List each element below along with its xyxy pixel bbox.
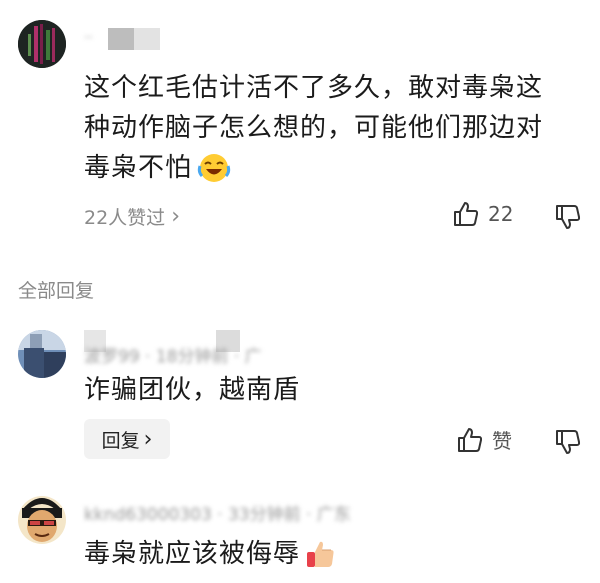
thumbs-up-icon — [452, 200, 480, 228]
reply-avatar[interactable] — [18, 496, 66, 544]
main-comment-username[interactable]: ·· — [84, 26, 164, 52]
username-mosaic — [108, 28, 134, 50]
thumbs-up-emoji-icon — [304, 537, 338, 571]
comment-line: 毒枭不怕 — [84, 148, 584, 188]
like-label: 赞 — [492, 429, 512, 453]
reply-button[interactable]: 回复 › — [84, 419, 170, 459]
thumbs-down-icon — [556, 205, 581, 229]
dislike-button[interactable] — [554, 203, 582, 231]
reply-username[interactable]: kknd63000303 · 33分钟前 · 广东 — [84, 500, 351, 525]
reply-like-button[interactable]: 赞 — [456, 425, 512, 454]
likes-summary-link[interactable]: 22人赞过 › — [84, 203, 180, 229]
main-comment-avatar[interactable] — [18, 20, 66, 68]
comment-line: 种动作脑子怎么想的，可能他们那边对 — [84, 113, 544, 143]
thumbs-down-icon — [556, 430, 581, 454]
chevron-right-icon: › — [143, 426, 153, 452]
reply-avatar[interactable] — [18, 330, 66, 378]
reply-text: 诈骗团伙，越南盾 — [84, 375, 301, 405]
like-button[interactable]: 22 — [452, 200, 513, 228]
thumbs-up-icon — [456, 426, 484, 454]
comment-line: 这个红毛估计活不了多久，敢对毒枭这 — [84, 73, 544, 103]
reply-username[interactable]: 波罗99 · 18分钟前 · 广 — [84, 330, 324, 367]
main-comment-text: 这个红毛估计活不了多久，敢对毒枭这 种动作脑子怎么想的，可能他们那边对 毒枭不怕 — [84, 68, 584, 188]
avatar-image-icon — [18, 330, 66, 378]
cartoon-face-avatar-icon — [18, 496, 66, 544]
reply-text: 毒枭就应该被侮辱 — [84, 534, 338, 574]
chevron-right-icon: › — [171, 203, 180, 229]
avatar-image-icon — [18, 20, 66, 68]
reply-dislike-button[interactable] — [554, 428, 582, 456]
laughing-crying-emoji-icon — [196, 150, 232, 186]
all-replies-header: 全部回复 — [18, 280, 95, 302]
like-count: 22 — [488, 202, 514, 226]
username-mosaic — [134, 28, 160, 50]
